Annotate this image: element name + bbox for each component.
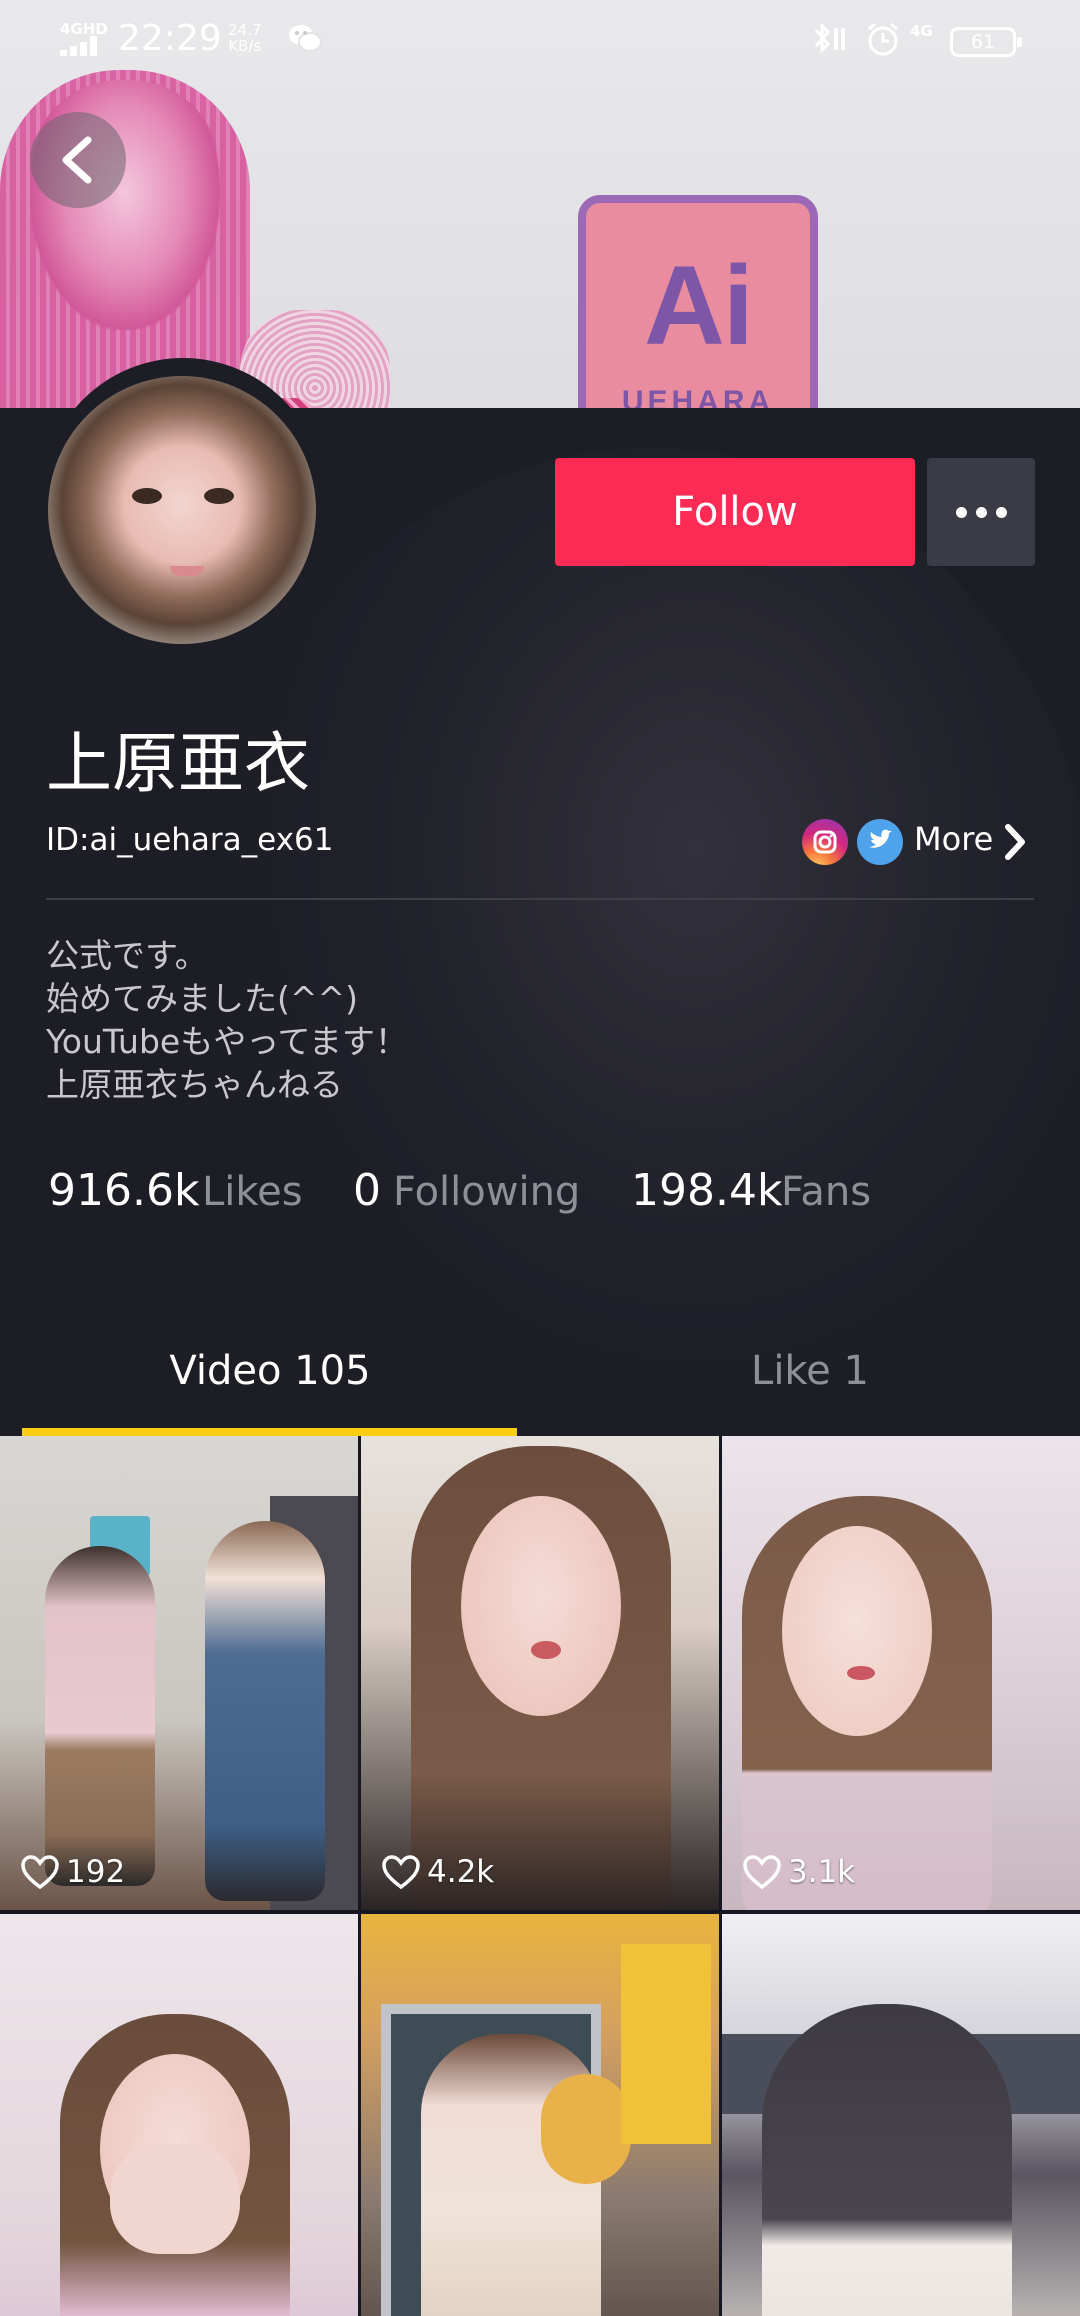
bio-line: 始めてみました(^^) [46,979,359,1018]
tab-like[interactable]: Like 1 [540,1340,1080,1438]
banner-logo-subtext: UEHARA [621,385,775,408]
user-id: ID:ai_uehara_ex61 [46,822,334,858]
more-link[interactable]: More [914,820,993,858]
video-grid: 192 4.2k 3.1k [0,1436,1080,2316]
bio-line: 上原亜衣ちゃんねる [46,1065,343,1104]
heart-icon [382,1855,420,1890]
banner-logo: Ai UEHARA [578,195,818,408]
divider [46,898,1034,900]
video-thumbnail[interactable] [361,1914,719,2316]
follow-button[interactable]: Follow [555,458,915,566]
banner-logo-text: Ai [644,243,754,368]
clock: 22:29 [118,18,222,59]
network-speed: 24.7 KB/s [228,22,261,54]
network-speed-value: 24.7 [228,21,262,39]
instagram-icon[interactable] [802,819,848,865]
video-thumbnail[interactable] [722,1914,1080,2316]
battery-icon: 61 [950,27,1022,57]
following-count[interactable]: 0 [353,1165,381,1216]
banner-portrait-image [0,40,410,408]
status-bar: 4GHD 22:29 24.7 KB/s 4G 61 [0,0,1080,80]
fans-label[interactable]: Fans [781,1169,871,1215]
bio-line: 公式です。 [46,936,208,975]
avatar[interactable] [48,376,316,644]
video-likes-count: 3.1k [788,1854,856,1890]
profile-tabs: Video 105 Like 1 [0,1340,1080,1438]
bio: 公式です。 始めてみました(^^) YouTubeもやってます！ 上原亜衣ちゃん… [46,934,408,1106]
video-thumbnail[interactable]: 3.1k [722,1436,1080,1910]
back-arrow-icon [62,136,92,184]
active-tab-indicator [22,1428,517,1436]
video-likes: 4.2k [381,1854,494,1890]
bio-line: YouTubeもやってます！ [46,1022,408,1061]
more-options-button[interactable] [927,458,1035,566]
twitter-icon[interactable] [857,819,903,865]
profile-name: 上原亜衣 [46,725,310,802]
likes-count[interactable]: 916.6k [48,1165,199,1216]
bluetooth-icon [810,22,850,56]
mobile-data-indicator: 4G [910,22,933,40]
likes-label[interactable]: Likes [202,1169,303,1215]
chevron-right-icon[interactable] [1002,822,1028,866]
signal-bars-icon [60,36,104,56]
network-speed-unit: KB/s [228,37,262,55]
tab-video[interactable]: Video 105 [0,1340,540,1438]
video-thumbnail[interactable]: 192 [0,1436,358,1910]
following-label[interactable]: Following [393,1169,580,1215]
heart-icon [743,1855,781,1890]
video-likes: 192 [20,1854,125,1890]
video-thumbnail[interactable] [0,1914,358,2316]
video-thumbnail[interactable]: 4.2k [361,1436,719,1910]
back-button[interactable] [30,112,126,208]
video-likes-count: 4.2k [427,1854,495,1890]
wechat-icon [288,22,322,56]
video-likes-count: 192 [66,1854,126,1890]
fans-count[interactable]: 198.4k [631,1165,782,1216]
alarm-icon [864,20,902,58]
video-likes: 3.1k [742,1854,855,1890]
heart-icon [21,1855,59,1890]
